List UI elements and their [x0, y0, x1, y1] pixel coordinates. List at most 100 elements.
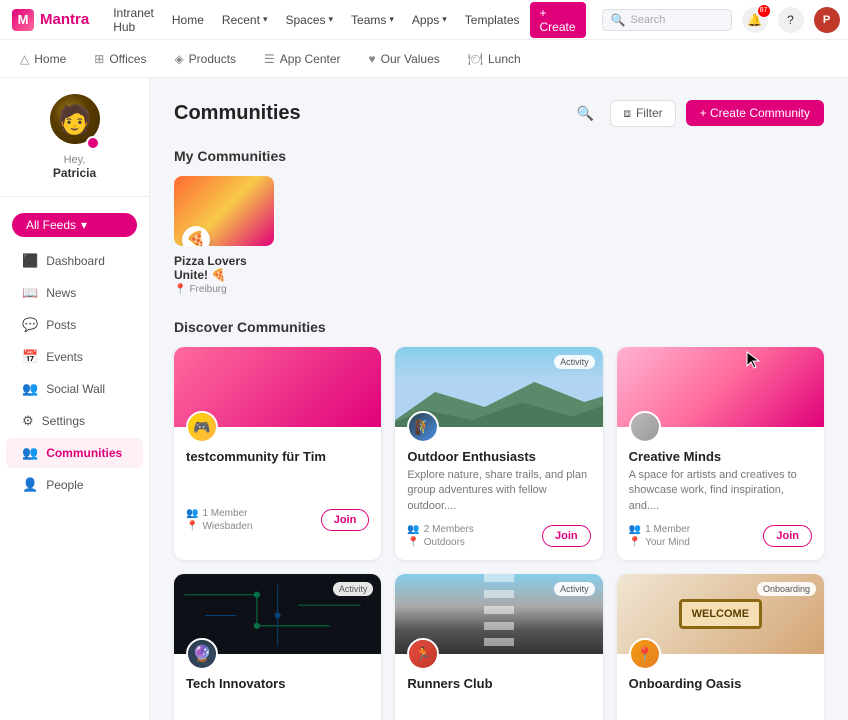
sidebar-item-events[interactable]: 📅 Events	[6, 342, 143, 372]
sidebar-item-dashboard[interactable]: ⬛ Dashboard	[6, 246, 143, 276]
card-meta: 👥 1 Member 📍 Your Mind	[629, 524, 690, 548]
sidebar: 🧑 Hey, Patricia All Feeds ▾ ⬛ Dashboard …	[0, 78, 150, 720]
community-card-runners: Activity 🏃 Runners Club Join	[395, 574, 602, 720]
community-name: Creative Minds	[629, 449, 812, 464]
card-meta: 👥 1 Member 📍 Wiesbaden	[186, 508, 252, 532]
community-name: Runners Club	[407, 676, 590, 691]
search-icon: 🔍	[611, 13, 626, 27]
news-icon: 📖	[22, 285, 38, 301]
community-name: Tech Innovators	[186, 676, 369, 691]
members-count: 👥 1 Member	[186, 508, 252, 519]
card-meta: 👥 2 Members 📍 Outdoors	[407, 524, 473, 548]
nav-right: 🔍 Search 🔔 87 ? P	[602, 7, 840, 33]
secondary-navigation: △ Home ⊞ Offices ◈ Products ☰ App Center…	[0, 40, 848, 78]
join-button[interactable]: Join	[321, 509, 370, 531]
all-feeds-button[interactable]: All Feeds ▾	[12, 213, 137, 237]
create-community-button[interactable]: + Create Community	[686, 100, 824, 126]
user-badge	[86, 136, 100, 150]
dashboard-icon: ⬛	[22, 253, 38, 269]
location-icon: 📍	[186, 521, 198, 532]
top-navigation: M Mantra Intranet Hub Home Recent▾ Space…	[0, 0, 848, 40]
card-avatar: 📍	[629, 638, 661, 670]
filter-button[interactable]: ⧈ Filter	[610, 100, 675, 127]
main-layout: 🧑 Hey, Patricia All Feeds ▾ ⬛ Dashboard …	[0, 78, 848, 720]
heart-icon: ♥	[369, 52, 376, 66]
help-icon[interactable]: ?	[778, 7, 804, 33]
notifications[interactable]: 🔔 87	[742, 7, 768, 33]
logo-icon: M	[12, 9, 34, 31]
nav-home-secondary[interactable]: △ Home	[16, 46, 70, 72]
nav-teams[interactable]: Teams▾	[343, 9, 402, 31]
nav-templates[interactable]: Templates	[457, 9, 528, 31]
community-description: Explore nature, share trails, and plan g…	[407, 468, 590, 514]
community-location: 📍 Freiburg	[174, 284, 274, 295]
community-description	[407, 695, 590, 720]
members-count: 👥 1 Member	[629, 524, 690, 535]
sidebar-item-news[interactable]: 📖 News	[6, 278, 143, 308]
page-title: Communities	[174, 102, 301, 125]
app-center-icon: ☰	[264, 52, 275, 66]
user-avatar[interactable]: P	[814, 7, 840, 33]
search-bar[interactable]: 🔍 Search	[602, 9, 732, 31]
my-community-card[interactable]: 🍕 Pizza Lovers Unite! 🍕 📍 Freiburg	[174, 176, 274, 295]
location-icon: 📍	[407, 537, 419, 548]
products-icon: ◈	[174, 52, 183, 66]
community-card-onboarding: WELCOME Onboarding 📍 Onboarding Oasis Jo…	[617, 574, 824, 720]
avatar-image	[631, 413, 659, 441]
home-icon: △	[20, 52, 29, 66]
user-name: Patricia	[53, 166, 96, 180]
card-body: Outdoor Enthusiasts Explore nature, shar…	[395, 427, 602, 560]
greeting-text: Hey,	[64, 154, 86, 166]
caret-icon: ▾	[81, 218, 87, 232]
nav-products[interactable]: ◈ Products	[170, 46, 240, 72]
location-icon: 📍	[174, 284, 186, 295]
community-description	[186, 695, 369, 720]
welcome-sign: WELCOME	[679, 599, 762, 629]
nav-spaces[interactable]: Spaces▾	[277, 9, 341, 31]
sidebar-item-social-wall[interactable]: 👥 Social Wall	[6, 374, 143, 404]
sidebar-item-people[interactable]: 👤 People	[6, 470, 143, 500]
community-description	[186, 468, 369, 498]
join-button[interactable]: Join	[542, 525, 591, 547]
community-card-testcommunity: 🎮 testcommunity für Tim 👥 1 Member	[174, 347, 381, 560]
card-header: WELCOME Onboarding 📍	[617, 574, 824, 654]
nav-recent[interactable]: Recent▾	[214, 9, 276, 31]
card-body: Creative Minds A space for artists and c…	[617, 427, 824, 560]
community-card-creative: Creative Minds A space for artists and c…	[617, 347, 824, 560]
search-button[interactable]: 🔍	[570, 98, 600, 128]
communities-icon: 👥	[22, 445, 38, 461]
card-header: Activity 🧗	[395, 347, 602, 427]
card-body: testcommunity für Tim 👥 1 Member 📍	[174, 427, 381, 544]
avatar-image: 🔮	[188, 640, 216, 668]
community-name: testcommunity für Tim	[186, 449, 369, 464]
sidebar-user-section: 🧑 Hey, Patricia	[0, 94, 149, 197]
nav-our-values[interactable]: ♥ Our Values	[365, 46, 444, 72]
sidebar-item-settings[interactable]: ⚙ Settings	[6, 406, 143, 436]
main-content: Communities 🔍 ⧈ Filter + Create Communit…	[150, 78, 848, 720]
nav-apps[interactable]: Apps▾	[404, 9, 455, 31]
nav-app-center[interactable]: ☰ App Center	[260, 46, 344, 72]
community-name: Outdoor Enthusiasts	[407, 449, 590, 464]
discover-communities-section: Discover Communities 🎮 testcommunity für…	[174, 319, 824, 720]
community-location: 📍 Your Mind	[629, 537, 690, 548]
create-button[interactable]: + Create	[530, 2, 586, 38]
my-communities-section: My Communities 🍕 Pizza Lovers Unite! 🍕 📍…	[174, 148, 824, 295]
avatar-image: 🏃	[409, 640, 437, 668]
avatar-image: 🎮	[188, 413, 216, 441]
nav-offices[interactable]: ⊞ Offices	[90, 46, 150, 72]
community-card-outdoor: Activity 🧗 Outdoor Enthusiasts Explore n…	[395, 347, 602, 560]
app-logo[interactable]: M Mantra	[12, 9, 89, 31]
nav-home[interactable]: Home	[164, 9, 212, 31]
community-description: A space for artists and creatives to sho…	[629, 468, 812, 514]
social-wall-icon: 👥	[22, 381, 38, 397]
sidebar-item-posts[interactable]: 💬 Posts	[6, 310, 143, 340]
sidebar-item-communities[interactable]: 👥 Communities	[6, 438, 143, 468]
nav-intranet-hub[interactable]: Intranet Hub	[105, 2, 162, 38]
location-icon: 📍	[629, 537, 641, 548]
join-button[interactable]: Join	[763, 525, 812, 547]
nav-lunch[interactable]: 🍽 Lunch	[464, 46, 525, 72]
card-header: Activity 🔮	[174, 574, 381, 654]
card-header: 🎮	[174, 347, 381, 427]
community-name: Onboarding Oasis	[629, 676, 812, 691]
posts-icon: 💬	[22, 317, 38, 333]
